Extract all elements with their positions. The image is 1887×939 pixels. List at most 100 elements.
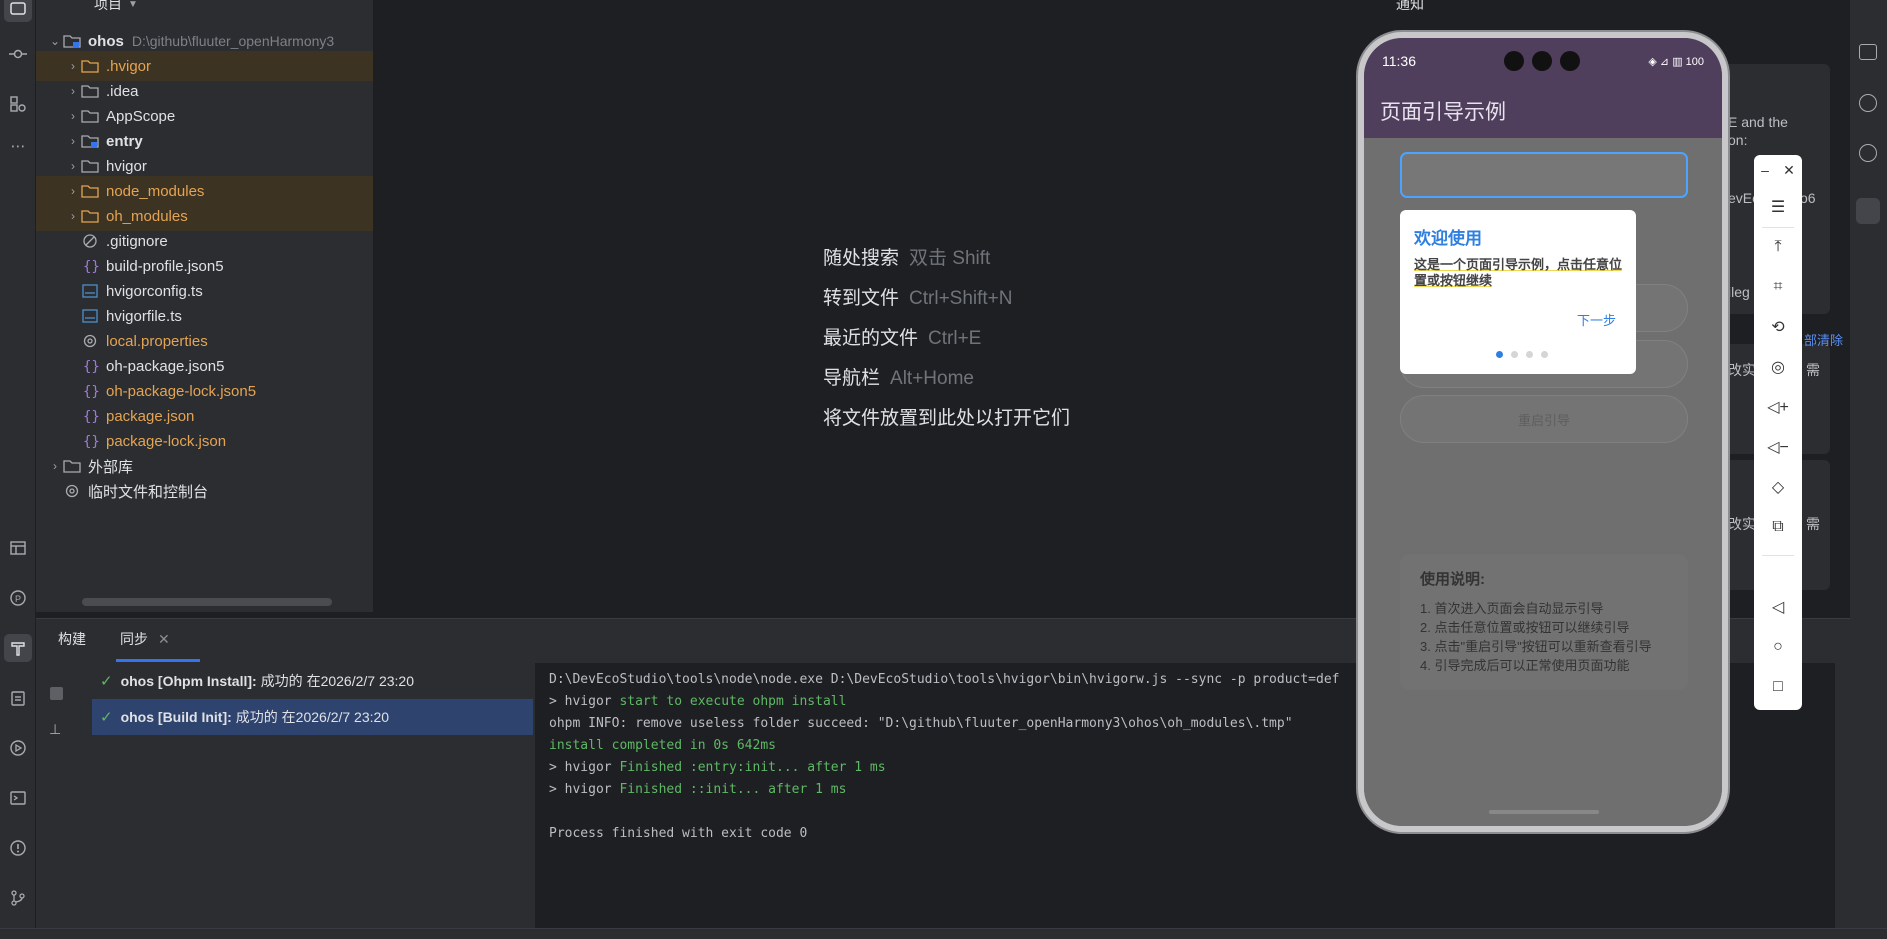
editor-hint: 转到文件 Ctrl+Shift+N [823, 283, 1013, 310]
services-tool-button[interactable] [4, 734, 32, 762]
console-status-text: Finished :entry:init... after 1 ms [619, 760, 886, 775]
pin-top-button[interactable]: ⤒ [1754, 229, 1802, 265]
project-pane-header[interactable]: 项目 ▼ [94, 0, 138, 14]
hammer-icon [11, 642, 25, 656]
build-item-build-init[interactable]: ✓ ohos [Build Init]: 成功的 在2026/2/7 23:20 [92, 699, 533, 735]
back-button[interactable]: ◁ [1754, 589, 1802, 625]
notification-text: 改实 [1728, 362, 1756, 378]
volume-up-button[interactable]: ◁+ [1754, 389, 1802, 425]
build-item-ohpm-install[interactable]: ✓ ohos [Ohpm Install]: 成功的 在2026/2/7 23:… [92, 663, 533, 699]
fold-button[interactable]: ◇ [1754, 469, 1802, 505]
phone-screen[interactable]: 11:36 ◈ ⊿ ▥ 100 页面引导示例 设置按钮 重启引导 欢迎使用 这是… [1364, 38, 1722, 826]
record-icon: ◎ [1771, 359, 1785, 376]
commit-tool-button[interactable] [4, 40, 32, 68]
right-tool-bar [1850, 0, 1887, 939]
chevron-down-icon[interactable]: ⌄ [48, 34, 62, 48]
notification-text: 需 [1806, 362, 1820, 378]
console-text: ohpm INFO: remove useless folder succeed… [549, 716, 1293, 731]
chevron-right-icon[interactable]: › [66, 159, 80, 173]
console-status-text: Finished ::init... after 1 ms [619, 782, 847, 797]
recents-button[interactable]: □ [1754, 669, 1802, 705]
profiler-tool-button[interactable]: P [4, 584, 32, 612]
svg-text:{}: {} [83, 409, 99, 424]
project-pane: 项目 ▼ ⌄ ohos D:\github\fluuter_openHarmony3… [36, 0, 405, 612]
layout-tool-button[interactable] [4, 534, 32, 562]
notification-text: on: [1728, 132, 1748, 148]
emulator-menu-button[interactable]: ☰ [1754, 189, 1802, 225]
todo-tool-button[interactable] [4, 684, 32, 712]
json-file-icon: {} [80, 357, 100, 375]
chevron-right-icon[interactable]: › [66, 84, 80, 98]
multi-device-button[interactable]: ⧉ [1754, 509, 1802, 545]
assistant-icon[interactable] [1859, 94, 1877, 112]
step-dot [1541, 351, 1548, 358]
home-button[interactable]: ○ [1754, 629, 1802, 665]
guide-popup[interactable]: 欢迎使用 这是一个页面引导示例，点击任意位置或按钮继续 下一步 [1400, 210, 1636, 374]
excluded-folder-icon [80, 182, 100, 200]
plugin-icon[interactable] [1859, 144, 1877, 162]
home-indicator[interactable] [1489, 810, 1599, 814]
tree-item-scratches[interactable]: 临时文件和控制台 [36, 476, 373, 506]
tree-item-label: hvigorconfig.ts [106, 282, 203, 300]
project-pane-hscrollbar[interactable] [82, 598, 332, 606]
tab-sync[interactable]: 同步 ✕ [116, 629, 200, 662]
tree-item-label: oh-package.json5 [106, 357, 225, 375]
close-icon[interactable]: ✕ [1783, 162, 1795, 179]
tree-item-label: AppScope [106, 107, 176, 125]
chevron-right-icon[interactable]: › [66, 134, 80, 148]
project-pane-title: 项目 [94, 0, 122, 12]
modules-icon [10, 96, 26, 112]
play-circle-icon [10, 740, 26, 756]
build-item-msg: 成功的 在2026/2/7 23:20 [260, 673, 414, 689]
problems-tool-button[interactable] [4, 834, 32, 862]
build-tool-button[interactable] [4, 634, 32, 662]
ignore-file-icon [80, 232, 100, 250]
record-button[interactable]: ◎ [1754, 349, 1802, 385]
phone-emulator: 11:36 ◈ ⊿ ▥ 100 页面引导示例 设置按钮 重启引导 欢迎使用 这是… [1358, 32, 1728, 832]
chevron-right-icon[interactable]: › [48, 459, 62, 473]
device-manager-icon[interactable] [1856, 198, 1880, 224]
git-tool-button[interactable] [4, 884, 32, 912]
notifications-icon[interactable] [1859, 44, 1877, 60]
chevron-right-icon[interactable]: › [66, 59, 80, 73]
guide-next-button[interactable]: 下一步 [1577, 310, 1616, 329]
terminal-tool-button[interactable] [4, 784, 32, 812]
project-tool-button[interactable] [4, 0, 32, 22]
tab-build[interactable]: 构建 [58, 629, 86, 649]
module-folder-icon [62, 32, 82, 50]
json-file-icon: {} [80, 382, 100, 400]
help-list: 1. 首次进入页面会自动显示引导 2. 点击任意位置或按钮可以继续引导 3. 点… [1420, 599, 1668, 675]
rotate-button[interactable]: ⟲ [1754, 309, 1802, 345]
clear-all-link[interactable]: 部清除 [1804, 330, 1843, 349]
chevron-right-icon[interactable]: › [66, 109, 80, 123]
text-input[interactable] [1400, 152, 1688, 198]
screenshot-button[interactable]: ⌗ [1754, 269, 1802, 305]
svg-text:{}: {} [83, 384, 99, 399]
more-tools-button[interactable]: ⋯ [4, 132, 32, 160]
console-text: > hvigor [549, 782, 620, 797]
volume-down-button[interactable]: ◁− [1754, 429, 1802, 465]
close-icon[interactable]: ✕ [158, 631, 170, 647]
rotate-icon: ⟲ [1771, 319, 1785, 336]
pin-icon[interactable]: ⊥ [49, 721, 61, 738]
chevron-right-icon[interactable]: › [66, 184, 80, 198]
fold-icon: ◇ [1771, 479, 1785, 496]
volume-up-icon: ◁+ [1767, 399, 1789, 416]
minimize-icon[interactable]: – [1761, 162, 1769, 178]
step-dot [1526, 351, 1533, 358]
notifications-title: 通知 [1396, 0, 1424, 12]
tab-sync-label: 同步 [120, 631, 148, 647]
help-title: 使用说明: [1420, 571, 1485, 588]
guide-title: 欢迎使用 [1414, 229, 1482, 248]
profiler-icon: P [10, 590, 26, 606]
tree-item-label: entry [106, 132, 143, 150]
restart-guide-button[interactable]: 重启引导 [1400, 395, 1688, 443]
tree-item-label: ohos [88, 32, 124, 50]
structure-tool-button[interactable] [4, 90, 32, 118]
hint-label: 最近的文件 [823, 328, 919, 349]
chevron-right-icon[interactable]: › [66, 209, 80, 223]
pin-top-icon: ⤒ [1774, 238, 1782, 255]
help-item: 4. 引导完成后可以正常使用页面功能 [1420, 658, 1630, 673]
stop-icon[interactable] [50, 687, 63, 700]
console-text: > hvigor [549, 694, 620, 709]
